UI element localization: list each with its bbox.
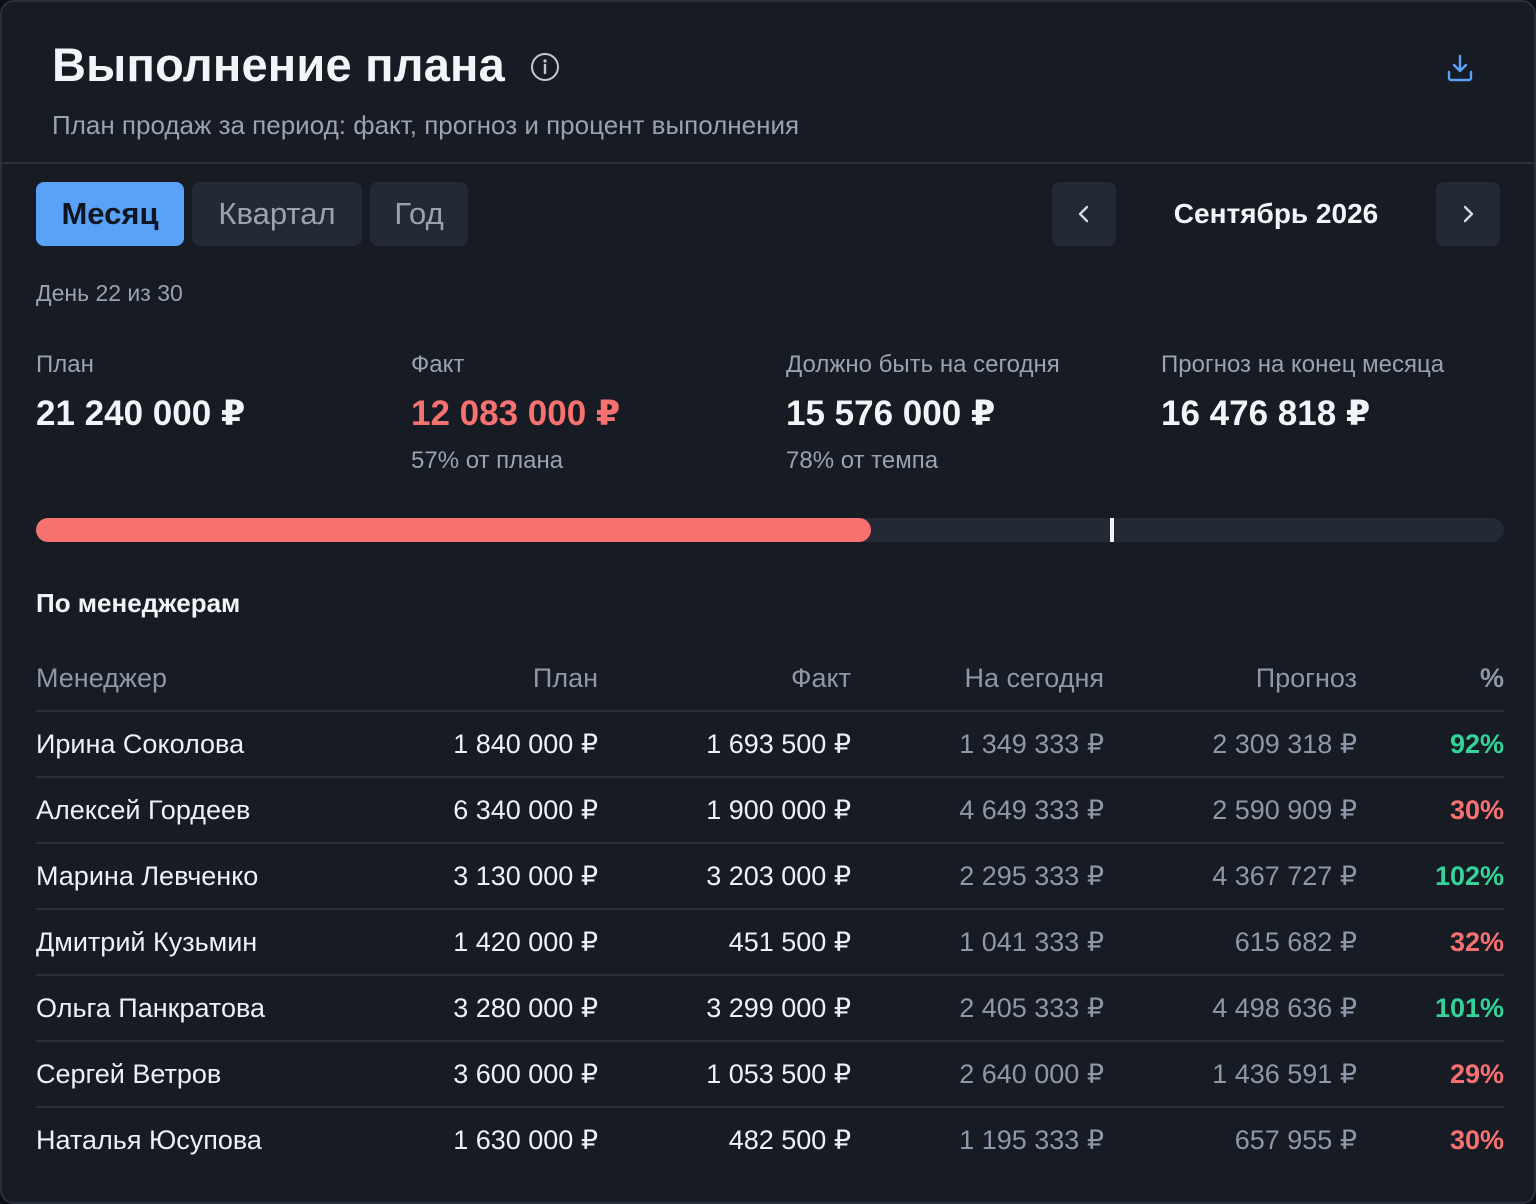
- table-row: Наталья Юсупова 1 630 000 ₽ 482 500 ₽ 1 195…: [36, 1108, 1504, 1174]
- title-row: Выполнение плана: [52, 40, 1484, 90]
- manager-name-cell: Наталья Юсупова: [36, 1125, 262, 1155]
- chevron-right-icon: [1463, 205, 1474, 223]
- plan-cell: 3 600 000 ₽: [453, 1059, 598, 1089]
- percent-cell: 92%: [1449, 729, 1504, 759]
- percent-cell: 29%: [1449, 1059, 1504, 1089]
- column-header-forecast: Прогноз: [1255, 663, 1357, 693]
- table-row: Ирина Соколова 1 840 000 ₽ 1 693 500 ₽ 1 34…: [36, 712, 1504, 778]
- today-cell: 4 649 333 ₽: [959, 795, 1104, 825]
- plan-progress-bar: [36, 518, 1504, 542]
- kpi-expected-label: Должно быть на сегодня: [786, 351, 1060, 378]
- today-cell: 1 195 333 ₽: [959, 1125, 1104, 1155]
- manager-name-cell: Марина Левченко: [36, 861, 259, 891]
- kpi-forecast-value: 16 476 818 ₽: [1161, 394, 1371, 433]
- tab-month[interactable]: Месяц: [36, 182, 184, 246]
- plan-execution-card: Выполнение плана План продаж за период: …: [0, 0, 1536, 1204]
- fact-cell: 1 053 500 ₽: [706, 1059, 851, 1089]
- manager-name-cell: Ольга Панкратова: [36, 993, 266, 1023]
- kpi-forecast: Прогноз на конец месяца 16 476 818 ₽: [1161, 350, 1444, 434]
- kpi-plan: План 21 240 000 ₽: [36, 350, 245, 434]
- plan-cell: 3 130 000 ₽: [453, 861, 598, 891]
- expected-pace-marker: [1110, 518, 1115, 542]
- table-row: Марина Левченко 3 130 000 ₽ 3 203 000 ₽ 2 2…: [36, 844, 1504, 910]
- table-header-row: Менеджер План Факт На сегодня Прогноз %: [36, 646, 1504, 712]
- download-button[interactable]: [1440, 48, 1480, 88]
- kpi-fact: Факт 12 083 000 ₽ 57% от плана: [411, 350, 620, 476]
- percent-cell: 30%: [1449, 795, 1504, 825]
- kpi-expected-value: 15 576 000 ₽: [786, 394, 996, 433]
- kpi-fact-sub: 57% от плана: [411, 447, 564, 474]
- forecast-cell: 2 590 909 ₽: [1212, 795, 1357, 825]
- table-row: Ольга Панкратова 3 280 000 ₽ 3 299 000 ₽ 2 …: [36, 976, 1504, 1042]
- period-controls: Месяц Квартал Год Сентябрь 2026: [36, 182, 1500, 246]
- kpi-plan-value: 21 240 000 ₽: [36, 394, 246, 433]
- column-header-percent: %: [1479, 663, 1504, 693]
- column-header-plan: План: [532, 663, 598, 693]
- plan-cell: 6 340 000 ₽: [453, 795, 598, 825]
- forecast-cell: 615 682 ₽: [1234, 927, 1357, 957]
- kpi-expected-sub: 78% от темпа: [786, 447, 939, 474]
- plan-cell: 1 630 000 ₽: [453, 1125, 598, 1155]
- period-tabs: Месяц Квартал Год: [36, 182, 476, 246]
- card-header: Выполнение плана План продаж за период: …: [2, 2, 1534, 164]
- prev-period-button[interactable]: [1052, 182, 1116, 246]
- plan-cell: 3 280 000 ₽: [453, 993, 598, 1023]
- table-row: Дмитрий Кузьмин 1 420 000 ₽ 451 500 ₽ 1 041…: [36, 910, 1504, 976]
- next-period-button[interactable]: [1436, 182, 1500, 246]
- page-subtitle: План продаж за период: факт, прогноз и п…: [52, 110, 800, 140]
- column-header-today: На сегодня: [964, 663, 1105, 693]
- tab-quarter[interactable]: Квартал: [192, 182, 362, 246]
- today-cell: 2 640 000 ₽: [959, 1059, 1104, 1089]
- plan-cell: 1 840 000 ₽: [453, 729, 598, 759]
- table-row: Алексей Гордеев 6 340 000 ₽ 1 900 000 ₽ 4 6…: [36, 778, 1504, 844]
- percent-cell: 101%: [1434, 993, 1504, 1023]
- column-header-fact: Факт: [790, 663, 851, 693]
- tab-year[interactable]: Год: [370, 182, 468, 246]
- plan-cell: 1 420 000 ₽: [453, 927, 598, 957]
- percent-cell: 30%: [1449, 1125, 1504, 1155]
- day-progress-text: День 22 из 30: [36, 280, 183, 306]
- kpi-fact-label: Факт: [411, 351, 465, 378]
- manager-name-cell: Сергей Ветров: [36, 1059, 222, 1089]
- kpi-plan-label: План: [36, 351, 94, 378]
- forecast-cell: 4 367 727 ₽: [1212, 861, 1357, 891]
- managers-section-title: По менеджерам: [36, 588, 241, 618]
- today-cell: 1 041 333 ₽: [959, 927, 1104, 957]
- forecast-cell: 4 498 636 ₽: [1212, 993, 1357, 1023]
- manager-name-cell: Дмитрий Кузьмин: [36, 927, 258, 957]
- kpi-forecast-label: Прогноз на конец месяца: [1161, 351, 1445, 378]
- forecast-cell: 1 436 591 ₽: [1212, 1059, 1357, 1089]
- chevron-left-icon: [1078, 205, 1089, 223]
- manager-name-cell: Ирина Соколова: [36, 729, 245, 759]
- today-cell: 2 405 333 ₽: [959, 993, 1104, 1023]
- info-icon[interactable]: [530, 52, 560, 82]
- today-cell: 1 349 333 ₽: [959, 729, 1104, 759]
- fact-cell: 1 900 000 ₽: [706, 795, 851, 825]
- kpi-fact-value: 12 083 000 ₽: [411, 394, 621, 433]
- download-icon: [1447, 54, 1473, 82]
- current-period: Сентябрь 2026: [1173, 198, 1379, 229]
- fact-cell: 3 299 000 ₽: [706, 993, 851, 1023]
- today-cell: 2 295 333 ₽: [959, 861, 1104, 891]
- column-header-manager: Менеджер: [36, 663, 167, 693]
- forecast-cell: 2 309 318 ₽: [1212, 729, 1357, 759]
- fact-cell: 482 500 ₽: [728, 1125, 851, 1155]
- percent-cell: 32%: [1449, 927, 1504, 957]
- forecast-cell: 657 955 ₽: [1234, 1125, 1357, 1155]
- fact-cell: 1 693 500 ₽: [706, 729, 851, 759]
- managers-table: Менеджер План Факт На сегодня Прогноз % …: [36, 646, 1504, 1174]
- percent-cell: 102%: [1434, 861, 1504, 891]
- kpi-expected: Должно быть на сегодня 15 576 000 ₽ 78% …: [786, 350, 1060, 476]
- page-title: Выполнение плана: [52, 38, 505, 91]
- plan-progress-fill: [36, 518, 872, 542]
- period-navigator: Сентябрь 2026: [1052, 182, 1500, 246]
- fact-cell: 451 500 ₽: [728, 927, 851, 957]
- table-row: Сергей Ветров 3 600 000 ₽ 1 053 500 ₽ 2 640…: [36, 1042, 1504, 1108]
- manager-name-cell: Алексей Гордеев: [36, 795, 251, 825]
- fact-cell: 3 203 000 ₽: [706, 861, 851, 891]
